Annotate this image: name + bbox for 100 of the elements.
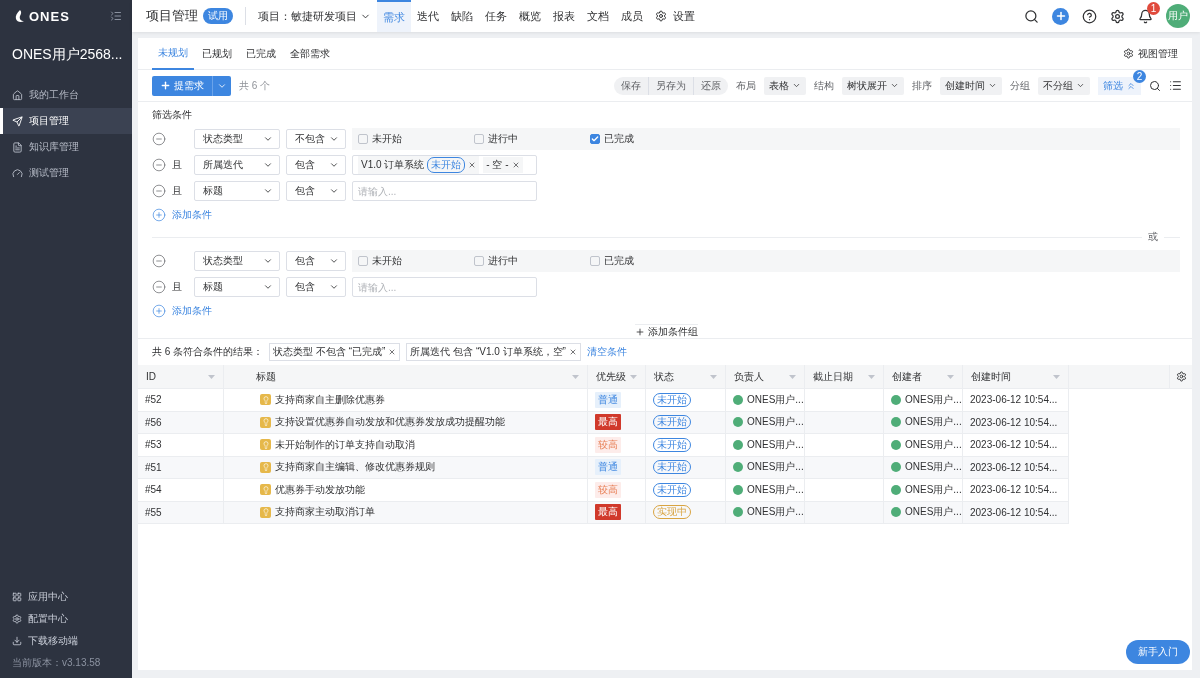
nav-tab[interactable]: 迭代 — [411, 0, 445, 32]
checkbox-option[interactable]: 进行中 — [474, 254, 590, 268]
column-header[interactable]: 优先级 — [588, 365, 646, 388]
sort-icon[interactable] — [868, 374, 875, 379]
operator-select[interactable]: 包含 — [286, 251, 346, 271]
operator-select[interactable]: 不包含 — [286, 129, 346, 149]
operator-select[interactable]: 包含 — [286, 181, 346, 201]
sidebar-item[interactable]: 测试管理 — [0, 160, 132, 186]
nav-tab[interactable]: 缺陷 — [445, 0, 479, 32]
sort-icon[interactable] — [630, 374, 637, 379]
tab[interactable]: 已规划 — [196, 37, 238, 70]
tag-field[interactable]: V1.0 订单系统 未开始 - 空 - — [352, 155, 537, 175]
column-header[interactable]: ID — [138, 365, 224, 388]
sidebar-item[interactable]: 配置中心 — [0, 608, 132, 630]
nav-tab[interactable]: 文档 — [581, 0, 615, 32]
add-icon[interactable] — [1052, 7, 1069, 25]
sort-icon[interactable] — [572, 374, 579, 379]
option-label: 排序 — [912, 78, 932, 93]
tab[interactable]: 已完成 — [240, 37, 282, 70]
requirement-icon — [260, 461, 271, 473]
nav-tab[interactable]: 设置 — [649, 0, 701, 32]
settings-icon[interactable] — [1175, 371, 1187, 382]
field-select[interactable]: 标题 — [194, 277, 280, 297]
sidebar-item[interactable]: 知识库管理 — [0, 134, 132, 160]
checkbox[interactable] — [358, 256, 368, 266]
clear-link[interactable]: 清空条件 — [586, 345, 627, 359]
checkbox[interactable] — [474, 256, 484, 266]
settings-icon[interactable] — [1110, 8, 1125, 24]
input-field[interactable]: 请输入... — [352, 181, 537, 201]
title-link[interactable]: 优惠券手动发放功能 — [275, 482, 365, 497]
help-button[interactable]: 新手入门 — [1126, 640, 1190, 664]
help-icon[interactable] — [1082, 8, 1097, 24]
close-icon — [388, 348, 397, 356]
column-header[interactable]: 负责人 — [726, 365, 805, 388]
action-button[interactable]: 保存 — [614, 76, 648, 95]
nav-tab[interactable]: 报表 — [547, 0, 581, 32]
sidebar-item[interactable]: 下载移动端 — [0, 630, 132, 652]
add-condition-button[interactable]: 添加条件 — [152, 300, 212, 322]
option-select[interactable]: 树状展开 — [842, 76, 904, 95]
checkbox-option[interactable]: 已完成 — [590, 132, 706, 146]
bell-icon[interactable] — [1138, 8, 1153, 24]
tab[interactable]: 未规划 — [152, 37, 194, 70]
view-manage-button[interactable]: 视图管理 — [1123, 46, 1178, 61]
operator-select[interactable]: 包含 — [286, 155, 346, 175]
title-link[interactable]: 支持商家自主编辑、修改优惠券规则 — [275, 460, 435, 475]
option-select[interactable]: 不分组 — [1038, 76, 1090, 95]
checkbox-option[interactable]: 未开始 — [358, 254, 474, 268]
field-select[interactable]: 标题 — [194, 181, 280, 201]
nav-tab[interactable]: 需求 — [377, 0, 411, 32]
filter-chip[interactable]: 状态类型 不包含 “已完成” — [269, 343, 401, 361]
title-link[interactable]: 支持商家主动取消订单 — [275, 505, 375, 520]
column-header[interactable]: 创建时间 — [963, 365, 1069, 388]
list-icon[interactable] — [1169, 79, 1182, 92]
input-field[interactable]: 请输入... — [352, 277, 537, 297]
column-header[interactable]: 状态 — [646, 365, 726, 388]
column-header[interactable]: 标题 — [224, 365, 588, 388]
action-button[interactable]: 还原 — [693, 76, 728, 95]
requirement-icon — [260, 439, 271, 451]
checkbox[interactable] — [474, 134, 484, 144]
add-condition-button[interactable]: 添加条件 — [152, 204, 212, 226]
close-icon — [568, 348, 577, 356]
project-selector[interactable]: 项目：敏捷研发项目 — [258, 8, 371, 24]
sidebar-item[interactable]: 应用中心 — [0, 586, 132, 608]
chevron-down-icon — [1076, 81, 1085, 90]
title-link[interactable]: 支持设置优惠券自动发放和优惠券发放成功提醒功能 — [275, 415, 505, 430]
field-select[interactable]: 所属迭代 — [194, 155, 280, 175]
tab[interactable]: 全部需求 — [284, 37, 336, 70]
sidebar-item[interactable]: 项目管理 — [0, 108, 132, 134]
checkbox-option[interactable]: 已完成 — [590, 254, 706, 268]
nav-tab[interactable]: 概览 — [513, 0, 547, 32]
option-select[interactable]: 创建时间 — [940, 76, 1002, 95]
avatar-icon — [891, 484, 901, 495]
sort-icon[interactable] — [1053, 374, 1060, 379]
checkbox[interactable] — [358, 134, 368, 144]
checkbox[interactable] — [590, 256, 600, 266]
sort-icon[interactable] — [947, 374, 954, 379]
table-cell: #55 — [138, 501, 224, 523]
sort-icon[interactable] — [208, 374, 215, 379]
search-icon[interactable] — [1149, 79, 1161, 92]
checkbox[interactable] — [590, 134, 600, 144]
operator-select[interactable]: 包含 — [286, 277, 346, 297]
field-select[interactable]: 状态类型 — [194, 251, 280, 271]
title-link[interactable]: 未开始制作的订单支持自动取消 — [275, 437, 415, 452]
checkbox-option[interactable]: 未开始 — [358, 132, 474, 146]
sort-icon[interactable] — [710, 374, 717, 379]
nav-tab[interactable]: 任务 — [479, 0, 513, 32]
nav-tab[interactable]: 成员 — [615, 0, 649, 32]
search-icon[interactable] — [1024, 8, 1039, 24]
option-select[interactable]: 表格 — [764, 76, 806, 95]
action-button[interactable]: 另存为 — [648, 76, 693, 95]
sidebar-item[interactable]: 我的工作台 — [0, 82, 132, 108]
add-group-button[interactable]: 添加条件组 — [634, 324, 698, 338]
sort-icon[interactable] — [789, 374, 796, 379]
title-link[interactable]: 支持商家自主删除优惠券 — [275, 392, 385, 407]
filter-chip[interactable]: 所属迭代 包含 “V1.0 订单系统，空” — [406, 343, 581, 361]
avatar-icon — [891, 462, 901, 473]
column-header[interactable]: 截止日期 — [805, 365, 884, 388]
field-select[interactable]: 状态类型 — [194, 129, 280, 149]
checkbox-option[interactable]: 进行中 — [474, 132, 590, 146]
column-header[interactable]: 创建者 — [884, 365, 963, 388]
